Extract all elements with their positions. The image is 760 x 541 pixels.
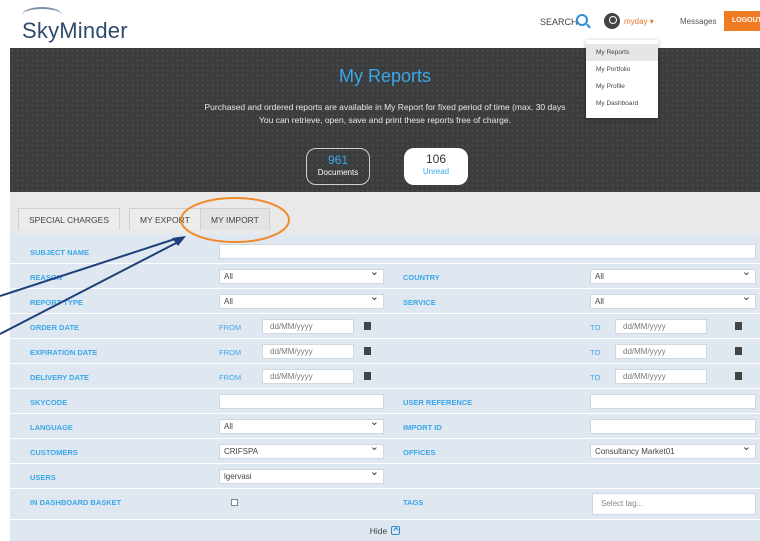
- language-select[interactable]: All: [219, 416, 384, 434]
- row-subject-name: SUBJECT NAME: [10, 240, 760, 264]
- documents-counter[interactable]: 961 Documents: [306, 148, 370, 185]
- country-select[interactable]: All: [590, 266, 756, 284]
- unread-label: Unread: [422, 167, 450, 176]
- expiration-date-to-label: TO: [590, 348, 601, 357]
- country-label: COUNTRY: [403, 273, 440, 282]
- reason-label: REASON: [30, 273, 63, 282]
- unread-count: 106: [425, 152, 447, 166]
- hide-filters-toggle[interactable]: Hide: [10, 522, 760, 541]
- order-date-from-input[interactable]: dd/MM/yyyy: [262, 319, 354, 334]
- expiration-date-from-input[interactable]: dd/MM/yyyy: [262, 344, 354, 359]
- delivery-date-from-label: FROM: [219, 373, 242, 382]
- import-id-input[interactable]: [590, 419, 756, 434]
- menu-item-my-profile[interactable]: My Profile: [586, 78, 658, 95]
- page: SkyMinder SEARCH myday ▾ Messages LOGOUT…: [0, 0, 760, 541]
- skycode-input[interactable]: [219, 394, 384, 409]
- offices-select[interactable]: Consultancy Market01: [590, 441, 756, 459]
- language-label: LANGUAGE: [30, 423, 73, 432]
- menu-item-my-portfolio[interactable]: My Portfolio: [586, 61, 658, 78]
- user-reference-input[interactable]: [590, 394, 756, 409]
- order-date-from-label: FROM: [219, 323, 242, 332]
- user-reference-label: USER REFERENCE: [403, 398, 473, 407]
- collapse-up-icon: [391, 526, 401, 535]
- calendar-icon[interactable]: [364, 347, 371, 355]
- subject-name-input[interactable]: [219, 244, 756, 259]
- customers-select[interactable]: CRIFSPA: [219, 441, 384, 459]
- users-select[interactable]: lgervasi: [219, 466, 384, 484]
- row-report-type: REPORT TYPE All SERVICE All: [10, 290, 760, 314]
- in-dashboard-basket-label: IN DASHBOARD BASKET: [30, 498, 122, 507]
- calendar-icon[interactable]: [735, 322, 742, 330]
- service-select[interactable]: All: [590, 291, 756, 309]
- expiration-date-from-label: FROM: [219, 348, 242, 357]
- row-delivery-date: DELIVERY DATE FROM dd/MM/yyyy TO dd/MM/y…: [10, 365, 760, 389]
- logo[interactable]: SkyMinder: [22, 18, 128, 44]
- row-skycode: SKYCODE USER REFERENCE: [10, 390, 760, 414]
- tab-my-export[interactable]: MY EXPORT: [129, 208, 201, 230]
- tags-label: TAGS: [403, 498, 424, 507]
- calendar-icon[interactable]: [364, 322, 371, 330]
- tab-my-import[interactable]: MY IMPORT: [200, 208, 270, 230]
- report-type-select[interactable]: All: [219, 291, 384, 309]
- report-type-label: REPORT TYPE: [30, 298, 83, 307]
- messages-link[interactable]: Messages: [680, 17, 716, 26]
- expiration-date-to-input[interactable]: dd/MM/yyyy: [615, 344, 707, 359]
- customers-label: CUSTOMERS: [30, 448, 78, 457]
- delivery-date-to-input[interactable]: dd/MM/yyyy: [615, 369, 707, 384]
- skycode-label: SKYCODE: [30, 398, 68, 407]
- delivery-date-to-label: TO: [590, 373, 601, 382]
- row-dashboard-basket: IN DASHBOARD BASKET TAGS Select tag...: [10, 490, 760, 520]
- expiration-date-label: EXPIRATION DATE: [30, 348, 98, 357]
- row-expiration-date: EXPIRATION DATE FROM dd/MM/yyyy TO dd/MM…: [10, 340, 760, 364]
- in-dashboard-basket-checkbox[interactable]: [231, 499, 238, 506]
- order-date-to-input[interactable]: dd/MM/yyyy: [615, 319, 707, 334]
- service-label: SERVICE: [403, 298, 436, 307]
- user-dropdown-menu: My Reports My Portfolio My Profile My Da…: [586, 40, 658, 118]
- menu-item-my-reports[interactable]: My Reports: [586, 44, 658, 61]
- user-avatar-icon[interactable]: [604, 13, 620, 29]
- import-id-label: IMPORT ID: [403, 423, 442, 432]
- delivery-date-label: DELIVERY DATE: [30, 373, 90, 382]
- reason-select[interactable]: All: [219, 266, 384, 284]
- logout-button[interactable]: LOGOUT: [724, 11, 760, 31]
- row-reason: REASON All COUNTRY All: [10, 265, 760, 289]
- order-date-to-label: TO: [590, 323, 601, 332]
- row-language: LANGUAGE All IMPORT ID: [10, 415, 760, 439]
- calendar-icon[interactable]: [364, 372, 371, 380]
- documents-count: 961: [327, 153, 349, 167]
- subject-name-label: SUBJECT NAME: [30, 248, 90, 257]
- search-link[interactable]: SEARCH: [540, 17, 578, 27]
- user-menu-toggle[interactable]: myday ▾: [624, 17, 654, 26]
- hide-label: Hide: [369, 526, 388, 536]
- tags-input[interactable]: Select tag...: [592, 493, 756, 515]
- row-users: USERS lgervasi: [10, 465, 760, 489]
- tabs-bar: SPECIAL CHARGES MY EXPORT MY IMPORT: [10, 192, 760, 234]
- row-customers: CUSTOMERS CRIFSPA OFFICES Consultancy Ma…: [10, 440, 760, 464]
- offices-label: OFFICES: [403, 448, 436, 457]
- delivery-date-from-input[interactable]: dd/MM/yyyy: [262, 369, 354, 384]
- search-icon[interactable]: [576, 14, 588, 26]
- row-order-date: ORDER DATE FROM dd/MM/yyyy TO dd/MM/yyyy: [10, 315, 760, 339]
- order-date-label: ORDER DATE: [30, 323, 80, 332]
- menu-item-my-dashboard[interactable]: My Dashboard: [586, 95, 658, 112]
- calendar-icon[interactable]: [735, 347, 742, 355]
- calendar-icon[interactable]: [735, 372, 742, 380]
- tab-special-charges[interactable]: SPECIAL CHARGES: [18, 208, 120, 230]
- unread-counter[interactable]: 106 Unread: [404, 148, 468, 185]
- filter-form: SUBJECT NAME REASON All COUNTRY All REPO…: [10, 234, 760, 541]
- documents-label: Documents: [317, 168, 359, 177]
- users-label: USERS: [30, 473, 56, 482]
